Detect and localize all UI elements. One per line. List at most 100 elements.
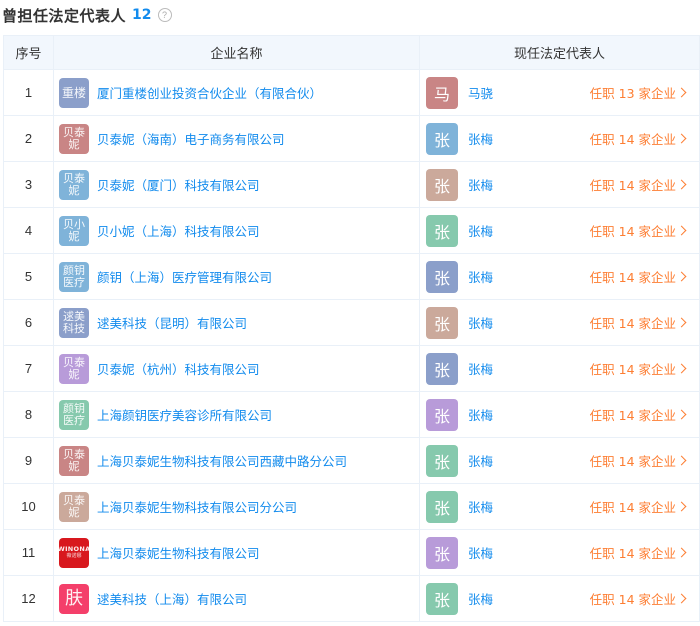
rep-roles-link[interactable]: 任职 14 家企业	[590, 451, 687, 470]
company-name-link[interactable]: 厦门重楼创业投资合伙企业（有限合伙）	[97, 83, 322, 102]
rep-name-link[interactable]: 张梅	[468, 313, 493, 332]
rep-roles-text: 任职 14 家企业	[589, 592, 676, 607]
rep-roles-link[interactable]: 任职 14 家企业	[590, 175, 687, 194]
company-name-link[interactable]: 贝泰妮（厦门）科技有限公司	[97, 175, 260, 194]
rep-roles-link[interactable]: 任职 14 家企业	[590, 589, 687, 608]
company-name-link[interactable]: 逑美科技（昆明）有限公司	[97, 313, 247, 332]
rep-roles-text: 任职 13 家企业	[589, 86, 676, 101]
rep-avatar[interactable]: 张	[426, 122, 458, 155]
chevron-right-icon	[676, 179, 687, 190]
former-legal-rep-table: 序号 企业名称 现任法定代表人 1 重楼 厦门重楼创业投资合伙企业（有限合伙）马马骁…	[3, 35, 700, 622]
company-name-link[interactable]: 颜钥（上海）医疗管理有限公司	[97, 267, 272, 286]
row-index: 6	[3, 299, 54, 346]
rep-roles-link[interactable]: 任职 14 家企业	[590, 221, 687, 240]
rep-name-link[interactable]: 张梅	[468, 543, 493, 562]
rep-roles-link[interactable]: 任职 14 家企业	[590, 359, 687, 378]
rep-name-link[interactable]: 张梅	[468, 221, 493, 240]
company-name-link[interactable]: 上海贝泰妮生物科技有限公司	[97, 543, 260, 562]
rep-roles-link[interactable]: 任职 14 家企业	[590, 543, 687, 562]
rep-avatar[interactable]: 张	[426, 582, 458, 615]
company-logo[interactable]: 肤	[59, 583, 89, 614]
row-index: 11	[3, 529, 54, 576]
rep-name-link[interactable]: 张梅	[468, 267, 493, 286]
rep-avatar[interactable]: 张	[426, 306, 458, 339]
company-logo[interactable]: 贝泰妮	[59, 445, 89, 476]
row-index: 8	[3, 391, 54, 438]
rep-avatar[interactable]: 张	[426, 398, 458, 431]
rep-roles-text: 任职 14 家企业	[589, 132, 676, 147]
current-rep-cell: 马马骁 任职 13 家企业	[419, 69, 700, 116]
company-name-link[interactable]: 上海颜钥医疗美容诊所有限公司	[97, 405, 272, 424]
rep-avatar[interactable]: 张	[426, 536, 458, 569]
company-name-link[interactable]: 上海贝泰妮生物科技有限公司西藏中路分公司	[97, 451, 347, 470]
row-index: 12	[3, 575, 54, 622]
logo-text: 贝泰妮	[63, 125, 85, 151]
company-logo[interactable]: 颜钥医疗	[59, 399, 89, 430]
rep-roles-link[interactable]: 任职 13 家企业	[590, 83, 687, 102]
company-name-link[interactable]: 逑美科技（上海）有限公司	[97, 589, 247, 608]
company-logo[interactable]: 贝泰妮	[59, 123, 89, 154]
rep-name-link[interactable]: 张梅	[468, 129, 493, 148]
company-cell: 贝小妮 贝小妮（上海）科技有限公司	[53, 207, 420, 254]
row-index: 3	[3, 161, 54, 208]
company-logo[interactable]: 贝泰妮	[59, 491, 89, 522]
rep-roles-text: 任职 14 家企业	[589, 362, 676, 377]
current-rep-cell: 张张梅 任职 14 家企业	[419, 345, 700, 392]
table-row: 3 贝泰妮 贝泰妮（厦门）科技有限公司 张张梅 任职 14 家企业	[3, 161, 700, 208]
rep-avatar[interactable]: 张	[426, 260, 458, 293]
row-index: 1	[3, 69, 54, 116]
rep-avatar[interactable]: 张	[426, 352, 458, 385]
rep-roles-link[interactable]: 任职 14 家企业	[590, 497, 687, 516]
company-name-link[interactable]: 贝泰妮（海南）电子商务有限公司	[97, 129, 285, 148]
logo-text: 颜钥医疗	[63, 401, 85, 427]
company-logo[interactable]: WINONA 薇诺娜	[58, 537, 90, 568]
rep-name-link[interactable]: 张梅	[468, 497, 493, 516]
chevron-right-icon	[676, 501, 687, 512]
chevron-right-icon	[676, 547, 687, 558]
logo-text: 贝泰妮	[63, 493, 85, 519]
logo-text: 贝泰妮	[63, 355, 85, 381]
company-logo[interactable]: 逑美科技	[59, 307, 89, 338]
company-name-link[interactable]: 贝泰妮（杭州）科技有限公司	[97, 359, 260, 378]
rep-roles-link[interactable]: 任职 14 家企业	[590, 313, 687, 332]
current-rep-cell: 张张梅 任职 14 家企业	[419, 575, 700, 622]
company-logo[interactable]: 贝泰妮	[59, 169, 89, 200]
rep-name-link[interactable]: 马骁	[468, 83, 493, 102]
company-cell: 贝泰妮 上海贝泰妮生物科技有限公司西藏中路分公司	[53, 437, 420, 484]
logo-text: 贝泰妮	[63, 171, 85, 197]
rep-avatar[interactable]: 张	[426, 444, 458, 477]
rep-avatar[interactable]: 马	[426, 76, 458, 109]
row-index: 4	[3, 207, 54, 254]
rep-avatar[interactable]: 张	[426, 490, 458, 523]
column-header-company: 企业名称	[53, 35, 420, 70]
rep-avatar[interactable]: 张	[426, 214, 458, 247]
rep-roles-link[interactable]: 任职 14 家企业	[590, 267, 687, 286]
company-logo[interactable]: 贝小妮	[59, 215, 89, 246]
record-count: 12	[132, 7, 152, 23]
company-name-link[interactable]: 上海贝泰妮生物科技有限公司分公司	[97, 497, 297, 516]
company-logo[interactable]: 颜钥医疗	[59, 261, 89, 292]
rep-name-link[interactable]: 张梅	[468, 359, 493, 378]
current-rep-cell: 张张梅 任职 14 家企业	[419, 437, 700, 484]
rep-roles-text: 任职 14 家企业	[589, 316, 676, 331]
company-cell: 肤逑美科技（上海）有限公司	[53, 575, 420, 622]
company-logo[interactable]: 重楼	[59, 77, 89, 108]
company-name-link[interactable]: 贝小妮（上海）科技有限公司	[97, 221, 260, 240]
table-row: 10 贝泰妮 上海贝泰妮生物科技有限公司分公司 张张梅 任职 14 家企业	[3, 483, 700, 530]
company-cell: 逑美科技 逑美科技（昆明）有限公司	[53, 299, 420, 346]
rep-roles-text: 任职 14 家企业	[589, 454, 676, 469]
rep-roles-link[interactable]: 任职 14 家企业	[590, 405, 687, 424]
company-logo[interactable]: 贝泰妮	[59, 353, 89, 384]
current-rep-cell: 张张梅 任职 14 家企业	[419, 391, 700, 438]
column-header-index: 序号	[3, 35, 54, 70]
rep-name-link[interactable]: 张梅	[468, 451, 493, 470]
rep-name-link[interactable]: 张梅	[468, 405, 493, 424]
rep-name-link[interactable]: 张梅	[468, 589, 493, 608]
current-rep-cell: 张张梅 任职 14 家企业	[419, 161, 700, 208]
logo-text: 颜钥医疗	[63, 263, 85, 289]
rep-roles-link[interactable]: 任职 14 家企业	[590, 129, 687, 148]
help-icon[interactable]: ?	[157, 8, 172, 22]
rep-avatar[interactable]: 张	[426, 168, 458, 201]
rep-name-link[interactable]: 张梅	[468, 175, 493, 194]
row-index: 10	[3, 483, 54, 530]
